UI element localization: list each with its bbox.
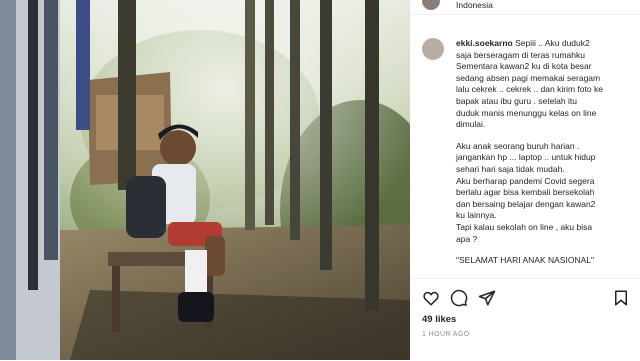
caption-line: sedang absen pagi memakai seragam — [456, 72, 601, 83]
comment-icon[interactable] — [450, 289, 468, 307]
caption-body: ekki.soekarno Sepiii .. Aku duduk2 saja … — [456, 38, 636, 267]
caption-username[interactable]: ekki.soekarno — [456, 38, 513, 48]
caption-line: bapak atau ibu guru . setelah itu — [456, 95, 577, 106]
caption-line: dimulai. — [456, 119, 486, 130]
caption-line: ku lainnya. — [456, 210, 497, 221]
caption-line: Aku berharap pandemi Covid segera — [456, 175, 595, 186]
caption-paragraph-2: Aku anak seorang buruh harian . janganka… — [456, 141, 636, 245]
heart-icon[interactable] — [422, 289, 440, 307]
caption-line: berlalu agar bisa kembali bersekolah — [456, 187, 595, 198]
bookmark-icon[interactable] — [612, 289, 630, 307]
caption-line: apa ? — [456, 233, 478, 244]
caption-line: Tapi kalau sekolah on line , aku bisa — [456, 221, 593, 232]
caption-line: dan bersaing belajar dengan kawan2 — [456, 198, 596, 209]
caption-line: lalu cekrek .. cekrek .. dan kirim foto … — [456, 84, 603, 95]
caption-line: duduk manis menunggu kelas on line — [456, 107, 597, 118]
likes-count[interactable]: 49 likes — [422, 314, 456, 325]
post-time[interactable]: 1 HOUR AGO — [422, 331, 470, 338]
share-icon[interactable] — [478, 289, 496, 307]
caption-paragraph-1: ekki.soekarno Sepiii .. Aku duduk2 saja … — [456, 38, 636, 131]
caption-paragraph-5: "SELAMAT HARI ANAK NASIONAL" — [456, 255, 636, 267]
caption-line: Aku anak seorang buruh harian . — [456, 140, 580, 151]
caption-line: Sepiii .. Aku duduk2 — [515, 38, 590, 48]
caption-line: jangankan hp ... laptop .. untuk hidup — [456, 152, 596, 163]
caption-line: Sementara kawan2 ku di kota besar — [456, 61, 592, 72]
post-location[interactable]: Indonesia — [456, 0, 493, 10]
avatar[interactable] — [422, 0, 440, 10]
action-icons — [422, 289, 630, 309]
caption-line: sehari hari saja tidak mudah. — [456, 163, 565, 174]
post-actions: 49 likes 1 HOUR AGO — [410, 278, 640, 361]
photo-schoolboy-on-porch — [0, 0, 410, 360]
caption-line: "SELAMAT HARI ANAK NASIONAL" — [456, 255, 594, 266]
post-header: Indonesia — [410, 0, 640, 15]
avatar[interactable] — [422, 38, 444, 60]
post-photo[interactable] — [0, 0, 410, 360]
post-panel: Indonesia ekki.soekarno Sepiii .. Aku du… — [410, 0, 640, 361]
caption-line: saja berseragam di teras rumahku — [456, 49, 585, 60]
